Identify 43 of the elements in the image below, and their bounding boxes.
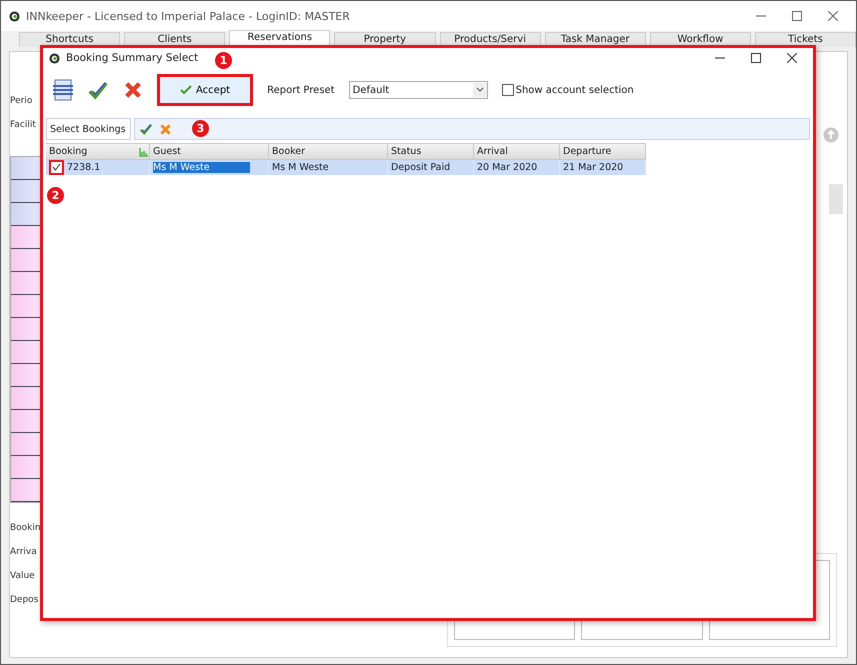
field-label: Depos xyxy=(10,595,40,607)
field-label: Facilit xyxy=(10,120,37,132)
column-header[interactable]: Arrival xyxy=(474,143,560,160)
table-cell: 20 Mar 2020 xyxy=(474,160,560,175)
select-all-icon[interactable] xyxy=(139,122,153,136)
app-logo-icon xyxy=(49,52,60,64)
app-logo-icon xyxy=(9,10,20,22)
list-icon[interactable] xyxy=(53,79,73,101)
field-label: Value xyxy=(10,571,36,583)
scrollbar[interactable] xyxy=(829,184,843,214)
column-header[interactable]: Booking xyxy=(46,143,150,160)
check-icon[interactable] xyxy=(87,79,109,101)
preset-label: Report Preset xyxy=(267,84,335,96)
check-icon xyxy=(180,85,192,95)
close-icon[interactable] xyxy=(828,11,838,21)
column-header[interactable]: Guest xyxy=(150,143,269,160)
checkbox[interactable] xyxy=(502,84,514,96)
chevron-down-icon xyxy=(472,83,487,97)
checkbox-label: Show account selection xyxy=(516,84,634,96)
account-checkbox[interactable]: Show account selection xyxy=(502,84,634,96)
sort-icon xyxy=(139,146,149,156)
window-title: INNkeeper - Licensed to Imperial Palace - LoginID: MASTER xyxy=(26,10,351,22)
select-bookings-label: Select Bookings xyxy=(46,118,131,140)
maximize-icon[interactable] xyxy=(751,53,761,63)
row-checkbox[interactable] xyxy=(49,160,64,175)
maximize-icon[interactable] xyxy=(792,11,802,21)
column-header[interactable]: Status xyxy=(388,143,474,160)
accept-button[interactable]: Accept xyxy=(157,74,254,106)
preset-dropdown[interactable]: Default xyxy=(348,81,488,99)
check-icon xyxy=(52,163,61,172)
column-header[interactable]: Booker xyxy=(269,143,388,160)
field-label: Bookin xyxy=(10,523,42,535)
dialog-title: Booking Summary Select xyxy=(66,52,198,64)
close-icon[interactable] xyxy=(787,53,797,63)
table-cell: Ms M Weste xyxy=(269,160,388,175)
field-label: Arriva xyxy=(10,547,38,559)
table-cell: 21 Mar 2020 xyxy=(560,160,646,175)
tab[interactable]: Tickets xyxy=(754,32,856,47)
table-cell: Ms M Weste xyxy=(150,160,269,175)
table-cell: Deposit Paid xyxy=(388,160,474,175)
field-label: Perio xyxy=(10,96,34,108)
column-header[interactable]: Departure xyxy=(560,143,646,160)
table-cell: 7238.1 xyxy=(46,160,150,175)
